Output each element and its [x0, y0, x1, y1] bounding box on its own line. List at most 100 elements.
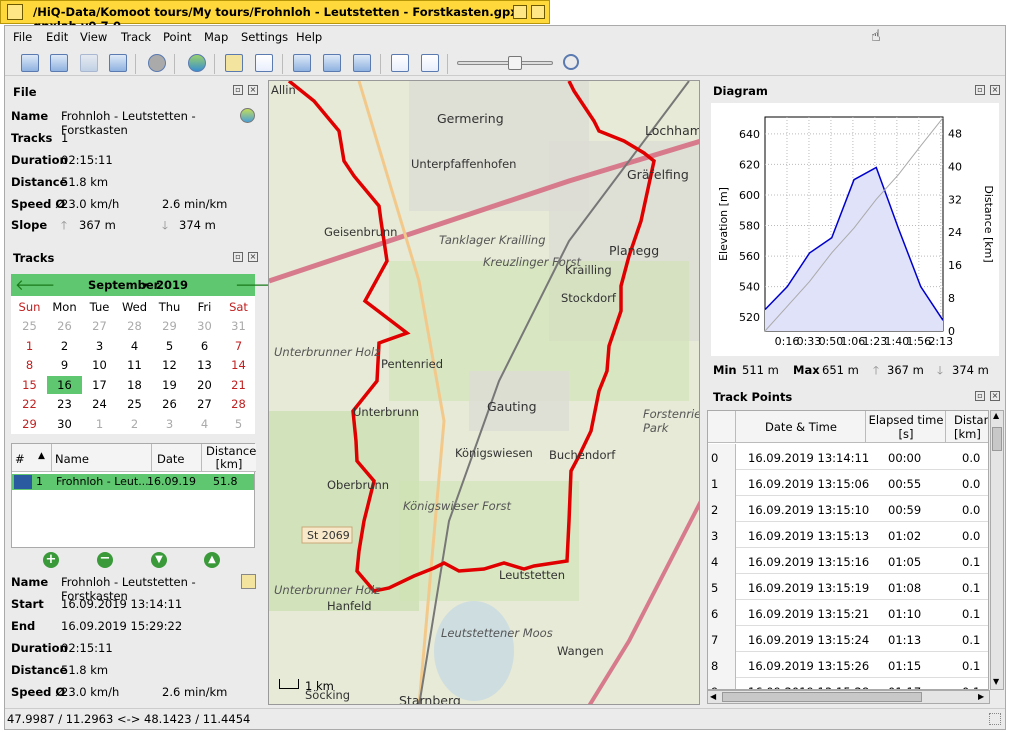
calendar-day[interactable]: 27 — [82, 319, 117, 333]
calendar-day[interactable]: 13 — [187, 358, 222, 372]
table-row[interactable]: 4 16.09.2019 13:15:16 01:05 0.1 — [708, 548, 988, 574]
calendar-day[interactable]: 11 — [117, 358, 152, 372]
calendar-day[interactable]: 14 — [221, 358, 256, 372]
calendar-day[interactable]: 24 — [82, 397, 117, 411]
calendar-day[interactable]: 27 — [187, 397, 222, 411]
zoom-slider-handle[interactable] — [508, 56, 522, 70]
menu-edit[interactable]: Edit — [46, 30, 68, 44]
horizontal-scrollbar[interactable]: ◀ ▶ — [707, 690, 990, 704]
calendar-day[interactable]: 31 — [221, 319, 256, 333]
col-elapsed[interactable]: Elapsed time [s] — [866, 411, 946, 443]
float-icon[interactable]: ▫ — [233, 85, 243, 95]
table-row[interactable]: 6 16.09.2019 13:15:21 01:10 0.1 — [708, 600, 988, 626]
menu-settings[interactable]: Settings — [241, 30, 288, 44]
calendar-day[interactable]: 20 — [187, 378, 222, 392]
col-distance[interactable]: Distance [km] — [202, 444, 256, 472]
calendar-day[interactable]: 18 — [117, 378, 152, 392]
calendar-day[interactable]: 21 — [221, 378, 256, 392]
calendar-day[interactable]: 4 — [187, 417, 222, 431]
track-edit-icon[interactable] — [225, 54, 243, 72]
calendar-day[interactable]: 1 — [12, 339, 47, 353]
menu-file[interactable]: File — [13, 30, 32, 44]
table-row[interactable]: 5 16.09.2019 13:15:19 01:08 0.1 — [708, 574, 988, 600]
table-row[interactable]: 2 16.09.2019 13:15:10 00:59 0.0 — [708, 496, 988, 522]
open-file-icon[interactable] — [21, 54, 39, 72]
table-row[interactable]: 916.09.2019 13:15:2801:170.1 — [708, 678, 988, 689]
calendar-day[interactable]: 8 — [12, 358, 47, 372]
calendar-day[interactable]: 30 — [187, 319, 222, 333]
calendar-day[interactable]: 28 — [117, 319, 152, 333]
chevron-down-icon[interactable]: ▼ — [142, 282, 147, 290]
calendar-day[interactable]: 25 — [12, 319, 47, 333]
close-icon[interactable]: × — [990, 85, 1000, 95]
prev-month-icon[interactable]: 🡐 — [15, 275, 55, 294]
move-down-icon[interactable]: ▼ — [151, 552, 167, 568]
calendar-day[interactable]: 28 — [221, 397, 256, 411]
globe-icon[interactable] — [240, 108, 255, 123]
table-row[interactable]: 0 16.09.2019 13:14:11 00:00 0.0 — [708, 444, 988, 470]
gear-icon[interactable] — [148, 54, 166, 72]
move-up-icon[interactable]: ▲ — [204, 552, 220, 568]
calendar-month[interactable]: September — [88, 278, 159, 292]
calendar-day[interactable]: 12 — [152, 358, 187, 372]
close-icon[interactable]: × — [990, 391, 1000, 401]
table-row[interactable]: 1 Frohnloh - Leut... 16.09.19 51.8 — [12, 474, 254, 490]
calendar-day[interactable]: 7 — [221, 339, 256, 353]
compass-icon[interactable] — [188, 54, 206, 72]
calendar-day[interactable]: 29 — [152, 319, 187, 333]
table-row[interactable]: 8 16.09.2019 13:15:26 01:15 0.1 — [708, 652, 988, 678]
col-num[interactable]: # ▲ — [12, 444, 52, 472]
calendar-day[interactable]: 2 — [117, 417, 152, 431]
col-date[interactable]: Date — [152, 444, 202, 472]
calendar-day[interactable]: 3 — [152, 417, 187, 431]
table-row[interactable]: 7 16.09.2019 13:15:24 01:13 0.1 — [708, 626, 988, 652]
save-icon[interactable] — [80, 54, 98, 72]
table-row[interactable]: 3 16.09.2019 13:15:13 01:02 0.0 — [708, 522, 988, 548]
calendar-day[interactable]: 6 — [187, 339, 222, 353]
chart-svg[interactable]: 6406206005805605405204840322416800:160:3… — [711, 103, 999, 356]
calendar-day[interactable]: 29 — [12, 417, 47, 431]
scroll-left-icon[interactable]: ◀ — [710, 692, 716, 701]
scroll-right-icon[interactable]: ▶ — [978, 692, 984, 701]
edit-track-icon[interactable] — [241, 574, 256, 589]
vertical-scrollbar[interactable]: ▲ ▼ — [990, 410, 1004, 690]
scroll-down-icon[interactable]: ▼ — [993, 677, 999, 686]
minimize-icon[interactable] — [513, 5, 527, 19]
calendar-day[interactable]: 4 — [117, 339, 152, 353]
menu-help[interactable]: Help — [296, 30, 322, 44]
calendar-day[interactable]: 30 — [47, 417, 82, 431]
calendar-day[interactable]: 10 — [82, 358, 117, 372]
calendar-day[interactable]: 17 — [82, 378, 117, 392]
menu-map[interactable]: Map — [204, 30, 228, 44]
zoom-search-icon[interactable] — [563, 54, 579, 70]
col-name[interactable]: Name — [52, 444, 152, 472]
next-point-icon[interactable] — [421, 54, 439, 72]
calendar-day[interactable]: 9 — [47, 358, 82, 372]
fit-track-icon[interactable] — [293, 54, 311, 72]
calendar-day[interactable]: 15 — [12, 378, 47, 392]
calendar-day[interactable]: 26 — [47, 319, 82, 333]
close-icon[interactable]: × — [248, 252, 258, 262]
add-file-icon[interactable] — [50, 54, 68, 72]
menu-track[interactable]: Track — [121, 30, 151, 44]
float-icon[interactable]: ▫ — [975, 85, 985, 95]
h-scroll-thumb[interactable] — [722, 692, 922, 702]
resize-grip-icon[interactable] — [989, 713, 1001, 725]
calendar-day[interactable]: 26 — [152, 397, 187, 411]
map-view[interactable]: Germering Lochham Unterpfaffenhofen Gräfelf… — [268, 80, 700, 705]
scroll-thumb[interactable] — [992, 427, 1002, 451]
calendar-day[interactable]: 25 — [117, 397, 152, 411]
calendar-day[interactable]: 5 — [221, 417, 256, 431]
col-datetime[interactable]: Date & Time — [736, 411, 866, 443]
save-as-icon[interactable] — [109, 54, 127, 72]
menu-view[interactable]: View — [80, 30, 107, 44]
calendar-day[interactable]: 22 — [12, 397, 47, 411]
elevation-chart[interactable]: 640 620 600 580 560 540 520 48 40 32 24 16 8 0 0:16 0:3… — [711, 103, 999, 356]
diagram-icon[interactable] — [391, 54, 409, 72]
col-tp-distance[interactable]: Distance [km] — [946, 411, 988, 443]
remove-track-icon[interactable]: − — [97, 552, 113, 568]
float-icon[interactable]: ▫ — [975, 391, 985, 401]
table-row[interactable]: 1 16.09.2019 13:15:06 00:55 0.0 — [708, 470, 988, 496]
fit-point-icon[interactable] — [353, 54, 371, 72]
calendar-day[interactable]: 5 — [152, 339, 187, 353]
